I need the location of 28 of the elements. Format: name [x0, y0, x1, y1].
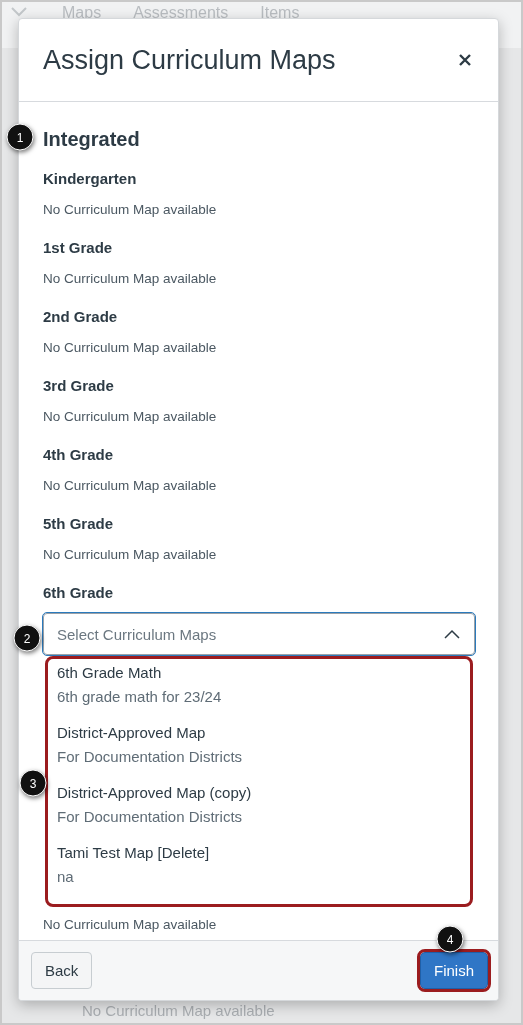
status-text: No Curriculum Map available	[43, 339, 217, 357]
option-item[interactable]: District-Approved Map For Documentation Districts	[57, 723, 462, 783]
status-text: No Curriculum Map available	[43, 546, 217, 564]
grade-heading: 2nd Grade	[43, 308, 118, 325]
grade-heading: 4th Grade	[43, 446, 114, 463]
back-button[interactable]: Back	[31, 952, 93, 989]
option-item[interactable]: 6th Grade Math 6th grade math for 23/24	[57, 663, 462, 723]
caret-icon	[444, 629, 460, 639]
status-text: No Curriculum Map available	[43, 201, 217, 219]
section-heading: Integrated	[43, 127, 141, 151]
callout-badge: 1	[6, 123, 34, 151]
curriculum-select[interactable]: Select Curriculum Maps	[43, 613, 475, 655]
option-item[interactable]: Tami Test Map [Delete] na	[57, 843, 462, 903]
grade-heading: 1st Grade	[43, 239, 113, 256]
grade-heading: 3rd Grade	[43, 377, 114, 394]
finish-button[interactable]: Finish	[420, 952, 488, 989]
status-text: No Curriculum Map available	[43, 408, 217, 426]
grade-heading: 6th Grade	[43, 584, 114, 601]
status-text: No Curriculum Map available	[43, 477, 217, 495]
chevron-icon	[10, 6, 28, 18]
status-text: No Curriculum Map available	[43, 270, 217, 288]
close-icon[interactable]	[458, 53, 472, 67]
background-text: No Curriculum Map available	[82, 1002, 275, 1019]
grade-heading: Kindergarten	[43, 170, 137, 187]
grade-heading: 5th Grade	[43, 515, 114, 532]
status-text: No Curriculum Map available	[43, 916, 217, 934]
option-item[interactable]: District-Approved Map (copy) For Documentation Districts	[57, 783, 462, 843]
dialog-title: Assign Curriculum Maps	[43, 44, 336, 76]
